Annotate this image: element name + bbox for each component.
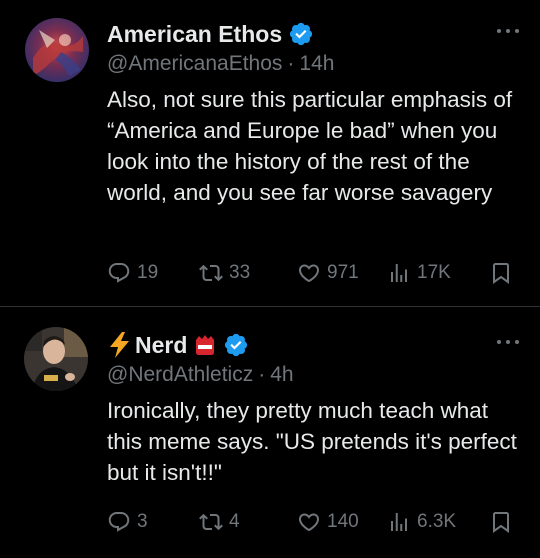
tweet[interactable]: Nerd @NerdAthleticz · 4h Ironically, they … [0,309,540,558]
reply-count: 19 [137,262,159,283]
views-count: 6.3K [417,511,457,532]
reply-button[interactable]: 3 [107,508,148,536]
retweet-icon [199,513,223,531]
like-icon [298,513,320,532]
like-count: 971 [327,262,359,283]
tweet-text: Also, not sure this particular emphasis … [107,87,513,205]
like-icon [298,264,320,283]
retweet-icon [199,264,223,282]
bookmark-icon [493,263,509,284]
views-button[interactable]: 6.3K [387,508,456,536]
action-bar: 3 4 140 6.3K [107,508,519,536]
like-button[interactable]: 971 [297,259,359,287]
avatar[interactable] [25,18,89,82]
retweet-count: 33 [229,262,251,283]
views-icon [391,264,407,282]
retweet-count: 4 [229,511,240,532]
like-button[interactable]: 140 [297,508,359,536]
views-count: 17K [417,262,451,283]
bookmark-icon [493,512,509,533]
reply-button[interactable]: 19 [107,259,158,287]
verified-badge-icon [225,333,248,357]
lightning-icon [110,332,129,358]
bookmark-button[interactable] [489,508,513,536]
display-name[interactable]: American Ethos [107,21,282,48]
tweet[interactable]: American Ethos @AmericanaEthos · 14h Also,… [0,0,540,306]
action-bar: 19 33 971 17K [107,259,519,287]
display-name[interactable]: Nerd [135,332,187,359]
views-icon [391,513,407,531]
flag-badge-icon [196,335,215,355]
reply-icon [108,512,130,532]
timestamp[interactable]: 4h [270,363,293,386]
separator: · [258,363,266,386]
separator: · [287,52,295,75]
tweet-text: Ironically, they pretty much teach what … [107,398,517,485]
retweet-button[interactable]: 4 [199,508,240,536]
tweet-divider [0,306,540,307]
avatar[interactable] [24,327,88,391]
like-count: 140 [327,511,359,532]
views-button[interactable]: 17K [387,259,451,287]
verified-badge-icon [290,22,313,46]
timestamp[interactable]: 14h [299,52,334,75]
reply-icon [108,263,130,283]
retweet-button[interactable]: 33 [199,259,250,287]
bookmark-button[interactable] [489,259,513,287]
more-options-icon[interactable] [496,337,520,347]
more-options-icon[interactable] [496,26,520,36]
handle[interactable]: @NerdAthleticz [107,363,253,386]
handle[interactable]: @AmericanaEthos [107,52,282,75]
reply-count: 3 [137,511,148,532]
